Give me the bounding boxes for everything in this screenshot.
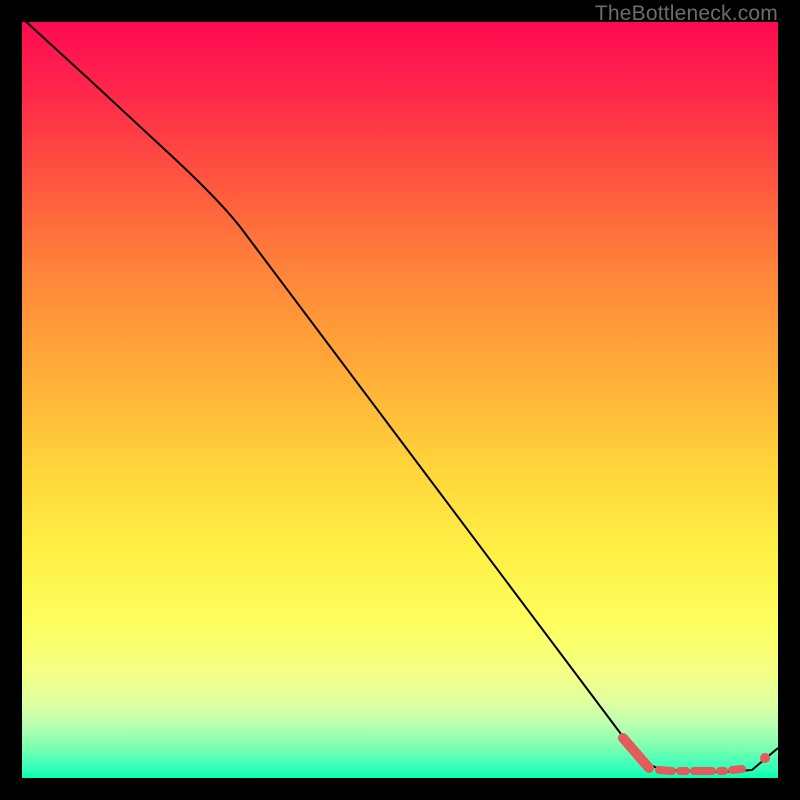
highlight-marker xyxy=(623,738,770,771)
chart-frame: TheBottleneck.com xyxy=(0,0,800,800)
bottleneck-curve xyxy=(22,18,778,772)
curve-overlay xyxy=(22,22,778,778)
